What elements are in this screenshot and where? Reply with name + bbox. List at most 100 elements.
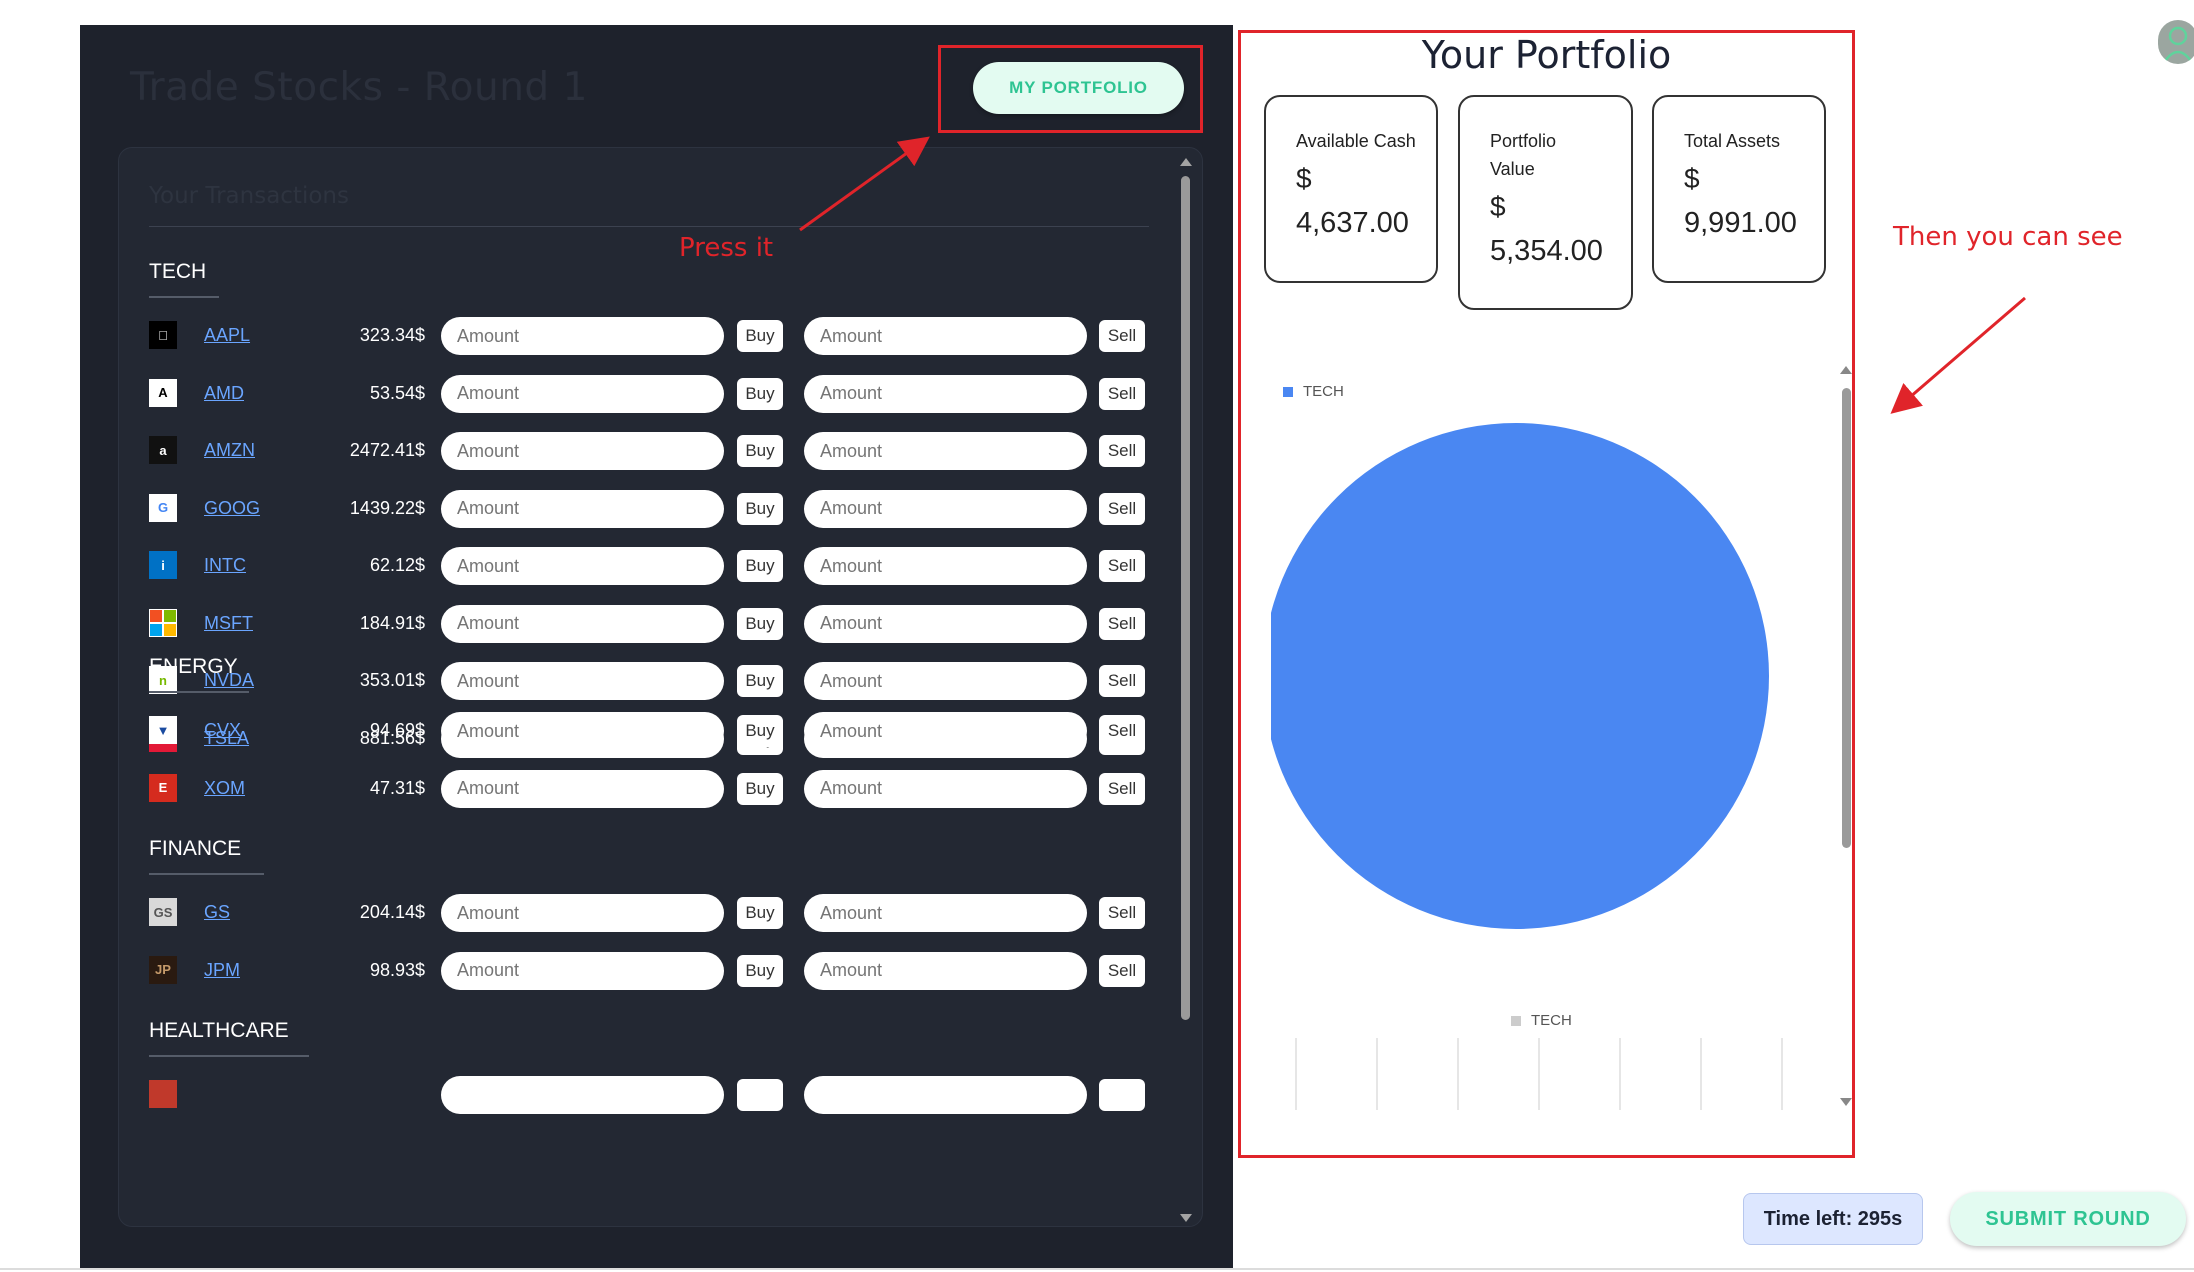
buy-amount-input[interactable] bbox=[441, 489, 724, 528]
buy-button[interactable]: Buy bbox=[737, 607, 783, 640]
sell-amount-input[interactable] bbox=[804, 489, 1087, 528]
buy-button[interactable]: Buy bbox=[737, 435, 783, 467]
stock-ticker-link[interactable]: CVX bbox=[204, 720, 241, 741]
buy-button[interactable]: Buy bbox=[737, 715, 783, 747]
my-portfolio-button[interactable]: MY PORTFOLIO bbox=[973, 62, 1184, 114]
intel-icon: i bbox=[149, 551, 177, 579]
stock-ticker-link[interactable]: JPM bbox=[204, 960, 240, 981]
currency-symbol: $ bbox=[1296, 163, 1312, 194]
sell-amount-input[interactable] bbox=[804, 604, 1087, 643]
buy-amount-input[interactable] bbox=[441, 374, 724, 413]
sell-button[interactable]: Sell bbox=[1099, 954, 1145, 987]
stock-price: 353.01$ bbox=[359, 670, 425, 690]
sell-amount-input[interactable] bbox=[804, 662, 1087, 700]
buy-button[interactable]: Buy bbox=[737, 897, 783, 929]
time-left-badge: Time left: 295s bbox=[1743, 1193, 1923, 1245]
amd-icon: A bbox=[149, 378, 177, 407]
buy-amount-input[interactable] bbox=[441, 604, 724, 643]
section-underline bbox=[149, 1055, 309, 1057]
buy-button[interactable]: Buy bbox=[737, 954, 783, 987]
scrollbar-thumb[interactable] bbox=[1181, 176, 1190, 1020]
portfolio-panel: Your Portfolio Available Cash $ 4,637.00… bbox=[1238, 30, 1855, 1158]
stock-price: 47.31$ bbox=[369, 777, 425, 798]
available-cash-value: 4,637.00 bbox=[1296, 207, 1409, 239]
stock-ticker-link[interactable]: GOOG bbox=[204, 498, 260, 519]
chart-bottom-legend: TECH bbox=[1511, 1012, 1572, 1029]
buy-button[interactable]: Buy bbox=[737, 320, 783, 352]
stock-price: 204.14$ bbox=[359, 902, 425, 922]
stock-price: 184.91$ bbox=[359, 612, 425, 633]
sell-button[interactable]: Sell bbox=[1099, 492, 1145, 525]
sell-amount-input[interactable] bbox=[804, 712, 1087, 750]
section-underline bbox=[149, 873, 264, 875]
sell-button[interactable] bbox=[1099, 1079, 1145, 1111]
stock-ticker-link[interactable]: AMZN bbox=[204, 440, 255, 461]
buy-amount-input[interactable] bbox=[441, 432, 724, 470]
chevron-icon: ▼ bbox=[149, 716, 177, 744]
pie-slice-tech[interactable] bbox=[1271, 423, 1769, 929]
buy-amount-input[interactable] bbox=[441, 662, 724, 700]
portfolio-value-value: 5,354.00 bbox=[1490, 235, 1603, 267]
section-heading-healthcare: HEALTHCARE bbox=[149, 1019, 289, 1042]
submit-round-button[interactable]: SUBMIT ROUND bbox=[1950, 1192, 2186, 1246]
section-heading-tech: TECH bbox=[149, 260, 207, 283]
stock-row: E XOM 47.31$ Buy Sell bbox=[149, 768, 1149, 808]
legend-swatch bbox=[1511, 1015, 1521, 1026]
sell-amount-input[interactable] bbox=[804, 769, 1087, 808]
sell-amount-input[interactable] bbox=[804, 547, 1087, 585]
sell-button[interactable]: Sell bbox=[1099, 715, 1145, 747]
buy-amount-input[interactable] bbox=[441, 894, 724, 932]
section-underline bbox=[149, 296, 219, 298]
chart-scroll-down-arrow[interactable] bbox=[1840, 1098, 1852, 1106]
buy-amount-input[interactable] bbox=[441, 317, 724, 355]
chart-scrollbar-thumb[interactable] bbox=[1842, 388, 1851, 848]
stock-ticker-link[interactable]: AAPL bbox=[204, 325, 250, 346]
sell-button[interactable]: Sell bbox=[1099, 665, 1145, 697]
buy-amount-input[interactable] bbox=[441, 712, 724, 750]
stock-ticker-link[interactable]: GS bbox=[204, 902, 230, 923]
buy-amount-input[interactable] bbox=[441, 547, 724, 585]
stock-price: 94.69$ bbox=[369, 720, 425, 740]
stock-ticker-link[interactable]: INTC bbox=[204, 555, 246, 576]
section-underline bbox=[149, 691, 249, 693]
sell-button[interactable]: Sell bbox=[1099, 320, 1145, 352]
sell-amount-input[interactable] bbox=[804, 317, 1087, 355]
scroll-down-arrow[interactable] bbox=[1180, 1214, 1192, 1222]
sell-button[interactable]: Sell bbox=[1099, 435, 1145, 467]
sell-amount-input[interactable] bbox=[804, 432, 1087, 470]
user-avatar[interactable] bbox=[2158, 20, 2194, 64]
stock-ticker-link[interactable]: AMD bbox=[204, 383, 244, 404]
available-cash-card: Available Cash $ 4,637.00 bbox=[1264, 95, 1438, 283]
stock-ticker-link[interactable]: MSFT bbox=[204, 613, 253, 634]
sell-amount-input[interactable] bbox=[804, 374, 1087, 413]
chart-scroll-up-arrow[interactable] bbox=[1840, 366, 1852, 374]
scroll-up-arrow[interactable] bbox=[1180, 158, 1192, 166]
buy-button[interactable]: Buy bbox=[737, 550, 783, 582]
stock-price: 62.12$ bbox=[369, 555, 425, 575]
sell-button[interactable]: Sell bbox=[1099, 607, 1145, 640]
sell-amount-input[interactable] bbox=[804, 951, 1087, 990]
stat-label: Available Cash bbox=[1296, 131, 1416, 151]
sell-amount-input[interactable] bbox=[804, 1076, 1087, 1114]
stock-row: JP JPM 98.93$ Buy Sell bbox=[149, 950, 1149, 990]
buy-button[interactable]: Buy bbox=[737, 665, 783, 697]
sell-button[interactable]: Sell bbox=[1099, 897, 1145, 929]
sell-button[interactable]: Sell bbox=[1099, 772, 1145, 805]
goldman-icon: GS bbox=[149, 898, 177, 926]
stock-ticker-link[interactable]: XOM bbox=[204, 778, 245, 799]
buy-amount-input[interactable] bbox=[441, 769, 724, 808]
buy-button[interactable]: Buy bbox=[737, 492, 783, 525]
buy-amount-input[interactable] bbox=[441, 1076, 724, 1114]
healthcare-logo-icon bbox=[149, 1080, 177, 1108]
press-it-annotation: Press it bbox=[679, 233, 774, 263]
buy-button[interactable]: Buy bbox=[737, 772, 783, 805]
buy-button[interactable] bbox=[737, 1079, 783, 1111]
buy-button[interactable]: Buy bbox=[737, 377, 783, 410]
sell-button[interactable]: Sell bbox=[1099, 550, 1145, 582]
stock-row: GS GS 204.14$ Buy Sell bbox=[149, 892, 1149, 932]
stock-row: a AMZN 2472.41$ Buy Sell bbox=[149, 430, 1149, 470]
portfolio-value-card: Portfolio Value $ 5,354.00 bbox=[1458, 95, 1633, 310]
sell-amount-input[interactable] bbox=[804, 894, 1087, 932]
buy-amount-input[interactable] bbox=[441, 951, 724, 990]
sell-button[interactable]: Sell bbox=[1099, 377, 1145, 410]
